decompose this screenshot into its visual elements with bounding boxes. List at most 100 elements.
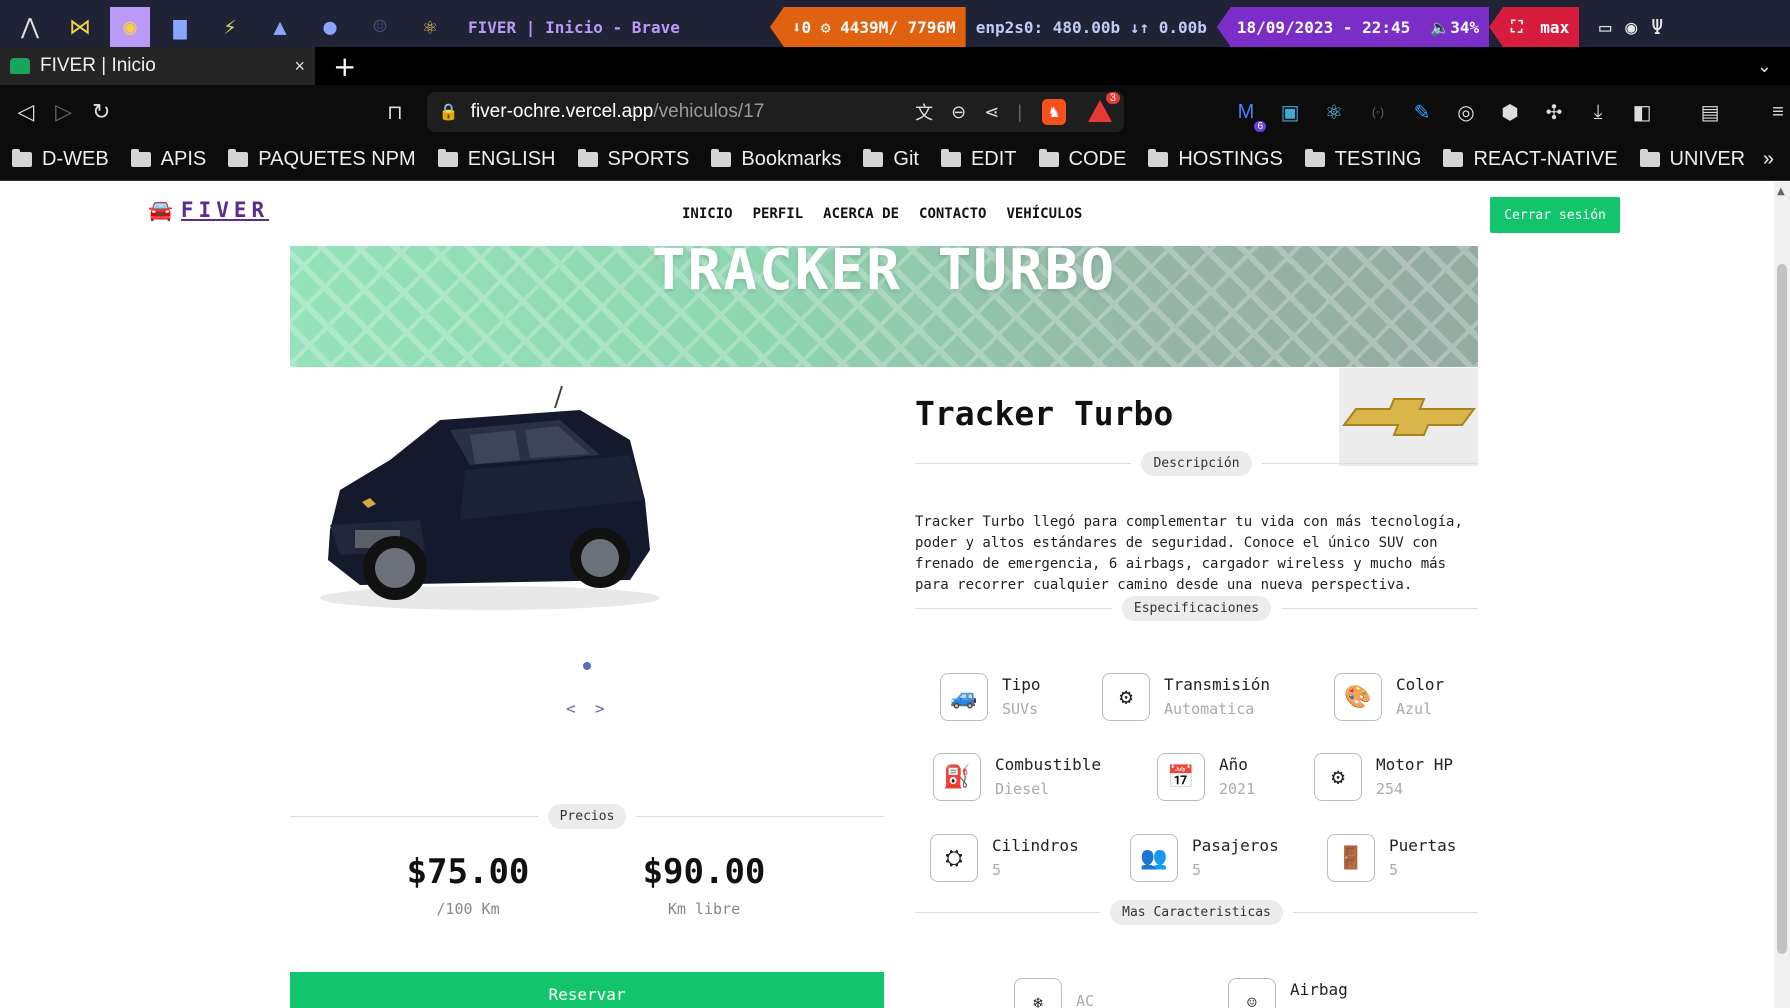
zoom-icon[interactable]: ⊖	[951, 102, 966, 123]
description-label: Descripción	[1141, 450, 1252, 476]
bookmark-folder-react-native[interactable]: REACT-NATIVE	[1443, 148, 1618, 171]
nav-link-3[interactable]: ACERCA DE	[823, 206, 899, 222]
address-bar[interactable]: 🔒 fiver-ochre.vercel.app /vehiculos/17 文…	[426, 92, 1125, 132]
sidebar-toggle-icon[interactable]: ◧	[1630, 100, 1654, 124]
brave-rewards-icon[interactable]: 3	[1088, 92, 1121, 124]
nav-link-2[interactable]: PERFIL	[753, 206, 804, 222]
back-icon[interactable]: ◁	[14, 99, 38, 125]
bookmark-icon[interactable]: ⊓	[383, 100, 407, 125]
wallet-icon[interactable]: ▤	[1698, 100, 1722, 124]
bluetooth-icon[interactable]: ◉	[1625, 15, 1637, 39]
carousel-prev-button[interactable]: <	[566, 699, 576, 718]
react-icon[interactable]: ⚛	[410, 7, 450, 47]
volume-indicator[interactable]: 🔈34%	[1420, 7, 1490, 47]
hero-banner: TRACKER TURBO	[290, 246, 1478, 367]
puzzle-extensions-icon[interactable]: ✣	[1542, 100, 1566, 124]
carousel-next-button[interactable]: >	[595, 699, 605, 718]
react-devtools-icon[interactable]: ⚛	[1322, 100, 1346, 124]
hexagon-ext-icon[interactable]: ⬢	[1498, 100, 1522, 124]
arch-launcher-icon[interactable]: ⋀	[10, 7, 50, 47]
spec-value: 5	[992, 861, 1002, 879]
chrome-workspace-icon[interactable]: ◉	[110, 7, 150, 47]
files-icon[interactable]: ▆	[160, 7, 200, 47]
bookmark-folder-testing[interactable]: TESTING	[1304, 148, 1421, 171]
nav-link-1[interactable]: INICIO	[682, 206, 733, 222]
car-favicon-icon	[10, 58, 30, 74]
folder-icon	[1639, 149, 1660, 167]
spec-name: Pasajeros	[1192, 836, 1279, 855]
nav-link-5[interactable]: VEHÍCULOS	[1006, 206, 1082, 222]
nav-links: INICIO PERFIL ACERCA DE CONTACTO VEHÍCULOS	[682, 206, 1082, 222]
more-features-label: Mas Caracteristicas	[1110, 899, 1283, 925]
vlc-icon[interactable]: ▲	[260, 7, 300, 47]
spec-value: Diesel	[995, 780, 1050, 798]
divider-line	[915, 462, 1132, 464]
bookmark-folder-code[interactable]: CODE	[1038, 148, 1126, 171]
page-scrollbar[interactable]: ▲	[1774, 182, 1790, 1008]
feature-name: Airbag	[1290, 980, 1348, 999]
spotify-icon[interactable]: ●	[310, 7, 350, 47]
vehicle-description: Tracker Turbo llegó para complementar tu…	[915, 514, 1463, 593]
scrollbar-thumb[interactable]	[1777, 264, 1787, 954]
rewards-badge: 3	[1105, 92, 1121, 104]
web-page: 🚘 FIVER INICIO PERFIL ACERCA DE CONTACTO VEH…	[0, 182, 1774, 1008]
wave-icon[interactable]: (◦)	[1366, 100, 1390, 124]
bookmark-folder-edit[interactable]: EDIT	[940, 148, 1017, 171]
bookmark-folder-apis[interactable]: APIS	[130, 148, 206, 171]
folder-icon	[863, 149, 884, 167]
pencil-ext-icon[interactable]: ✎	[1410, 100, 1434, 124]
translate-icon[interactable]: 文	[915, 99, 933, 125]
vue-devtools-icon[interactable]: M6	[1234, 100, 1267, 132]
folder-icon	[577, 149, 598, 167]
reload-icon[interactable]: ↻	[89, 99, 113, 125]
price-km-libre: $90.00 Km libre	[604, 852, 804, 918]
bitwarden-icon[interactable]: ▣	[1278, 100, 1302, 124]
divider-line	[1292, 911, 1478, 913]
spec-pasajeros: 👥 Pasajeros 5	[1130, 834, 1279, 882]
vscode-icon[interactable]: ⋈	[60, 7, 100, 47]
bookmark-folder-sports[interactable]: SPORTS	[577, 148, 689, 171]
download-icon[interactable]: ⤓	[1586, 100, 1610, 124]
carousel-indicator-dot[interactable]	[583, 662, 591, 670]
folder-icon	[130, 149, 151, 167]
price-unit: /100 Km	[436, 900, 500, 918]
divider-line	[915, 911, 1101, 913]
close-tab-icon[interactable]: ×	[294, 56, 305, 77]
url-host: fiver-ochre.vercel.app	[470, 101, 654, 122]
nav-link-4[interactable]: CONTACTO	[919, 206, 986, 222]
reserve-button[interactable]: Reservar	[290, 972, 884, 1008]
bookmark-folder-english[interactable]: ENGLISH	[437, 148, 556, 171]
folder-icon	[711, 149, 732, 167]
bookmark-folder-git[interactable]: Git	[863, 148, 919, 171]
bookmarks-overflow-button[interactable]: »	[1763, 148, 1774, 171]
fuel-pump-icon: ⛽	[933, 753, 981, 801]
discord-icon[interactable]: ☺	[360, 7, 400, 47]
scroll-up-icon[interactable]: ▲	[1777, 186, 1785, 197]
logout-button[interactable]: Cerrar sesión	[1490, 197, 1620, 233]
separator: |	[1017, 101, 1023, 122]
brave-shields-icon[interactable]: ♞	[1042, 99, 1067, 125]
bookmark-folder-paquetes-npm[interactable]: PAQUETES NPM	[228, 148, 416, 171]
target-ext-icon[interactable]: ◎	[1454, 100, 1478, 124]
layout-indicator[interactable]: ⛶ max	[1489, 7, 1580, 47]
forward-icon[interactable]: ▷	[52, 99, 76, 125]
bookmark-folder-hostings[interactable]: HOSTINGS	[1148, 148, 1283, 171]
bookmarks-bar: D-WEB APIS PAQUETES NPM ENGLISH SPORTS Bookma…	[0, 139, 1790, 181]
spec-transmision: ⚙ Transmisión Automatica	[1102, 673, 1270, 721]
share-icon[interactable]: ⋖	[984, 102, 999, 123]
bookmark-folder-d-web[interactable]: D-WEB	[12, 148, 109, 171]
menu-icon[interactable]: ≡	[1766, 100, 1790, 124]
bookmark-folder-bookmarks[interactable]: Bookmarks	[711, 148, 841, 171]
bookmark-folder-univer[interactable]: UNIVER	[1639, 148, 1745, 171]
lock-icon[interactable]: 🔒	[439, 102, 459, 122]
usb-icon[interactable]: Ψ	[1651, 15, 1663, 39]
prices-divider: Precios	[290, 801, 885, 831]
window-icon[interactable]: ▭	[1599, 15, 1611, 39]
new-tab-button[interactable]: +	[333, 50, 356, 83]
site-logo[interactable]: 🚘 FIVER	[148, 198, 269, 222]
tab-fiver-inicio[interactable]: FIVER | Inicio ×	[0, 47, 315, 85]
kolourpaint-icon[interactable]: ⚡	[210, 7, 250, 47]
tab-search-chevron-icon[interactable]: ⌄	[1757, 56, 1772, 77]
feature-name: AC	[1076, 992, 1095, 1008]
vehicle-name: Tracker Turbo	[915, 394, 1174, 433]
